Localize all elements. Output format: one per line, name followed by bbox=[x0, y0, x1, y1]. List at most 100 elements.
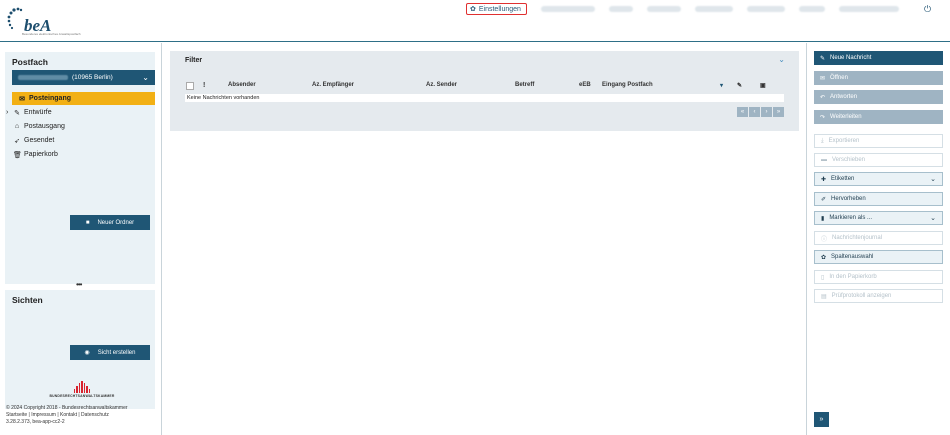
highlight-button[interactable]: ✐ Hervorheben bbox=[814, 192, 943, 206]
resize-handle[interactable]: ••• bbox=[76, 280, 82, 289]
column-eeb[interactable]: eEB bbox=[579, 82, 591, 88]
export-button[interactable]: ⤓ Exportieren bbox=[814, 134, 943, 148]
outbox-icon: ⌂ bbox=[14, 123, 20, 130]
expand-arrow-icon[interactable]: › bbox=[6, 109, 8, 116]
create-view-button[interactable]: ◉ Sicht erstellen bbox=[70, 345, 150, 360]
chevron-down-icon[interactable]: ⌄ bbox=[778, 55, 785, 64]
chevron-down-icon: ⌄ bbox=[930, 215, 936, 222]
folder-icon: ▬ bbox=[821, 157, 827, 163]
action-label: Öffnen bbox=[830, 75, 848, 81]
column-selection-button[interactable]: ✿ Spaltenauswahl bbox=[814, 250, 943, 264]
move-to-trash-button[interactable]: ▯ In den Papierkorb bbox=[814, 270, 943, 284]
gear-icon: ✿ bbox=[470, 6, 476, 13]
action-label: Exportieren bbox=[828, 138, 860, 144]
redacted-nav-item[interactable] bbox=[540, 6, 595, 12]
new-folder-label: Neuer Ordner bbox=[97, 219, 135, 226]
reply-icon: ↶ bbox=[820, 94, 826, 101]
redacted-nav-item[interactable] bbox=[746, 6, 785, 12]
column-eingang-postfach[interactable]: Eingang Postfach bbox=[602, 82, 653, 88]
gear-icon: ✿ bbox=[821, 254, 827, 261]
bea-logo[interactable]: beA Besonderes elektronisches Anwaltspos… bbox=[6, 4, 81, 38]
brak-text: BUNDESRECHTSANWALTSKAMMER bbox=[49, 394, 115, 398]
labels-dropdown[interactable]: ✚ Etiketten ⌄ bbox=[814, 172, 943, 186]
message-journal-button[interactable]: ⓘ Nachrichtenjournal bbox=[814, 231, 943, 245]
logo-subtitle: Besonderes elektronisches Anwaltspostfac… bbox=[22, 32, 81, 36]
table-header: ! Absender Az. Empfänger Az. Sender Betr… bbox=[185, 81, 784, 93]
action-label: Antworten bbox=[830, 94, 858, 100]
folder-entwuerfe[interactable]: › ✎ Entwürfe bbox=[5, 106, 155, 119]
action-label: Weiterleiten bbox=[830, 114, 862, 120]
footer-copyright: © 2024 Copyright 2018 - Bundesrechtsanwa… bbox=[6, 405, 128, 411]
views-title: Sichten bbox=[12, 295, 43, 305]
redacted-user-name[interactable] bbox=[838, 6, 899, 12]
folder-papierkorb[interactable]: 🗑 Papierkorb bbox=[5, 148, 155, 161]
prev-page-button[interactable]: ‹ bbox=[749, 107, 760, 117]
brak-logo[interactable]: BUNDESRECHTSANWALTSKAMMER bbox=[40, 381, 124, 398]
folder-icon: ■ bbox=[85, 219, 90, 226]
folder-label: Postausgang bbox=[24, 123, 65, 130]
forward-icon: ↷ bbox=[820, 114, 826, 121]
select-all-checkbox[interactable] bbox=[186, 82, 194, 90]
actions-panel: ✎ Neue Nachricht ✉ Öffnen ↶ Antworten ↷ Weit… bbox=[806, 43, 950, 435]
next-page-button[interactable]: › bbox=[761, 107, 772, 117]
lock-icon[interactable]: ▣ bbox=[760, 82, 766, 89]
action-label: Hervorheben bbox=[831, 196, 866, 202]
sort-down-icon[interactable]: ▾ bbox=[720, 82, 723, 89]
redacted-nav-item[interactable] bbox=[798, 6, 825, 12]
redacted-postfach-name bbox=[18, 75, 68, 80]
forward-button[interactable]: ↷ Weiterleiten bbox=[814, 110, 943, 124]
redacted-nav-item[interactable] bbox=[694, 6, 733, 12]
action-label: Etiketten bbox=[831, 176, 855, 182]
settings-label: Einstellungen bbox=[478, 5, 521, 13]
redacted-nav-item[interactable] bbox=[608, 6, 633, 12]
move-button[interactable]: ▬ Verschieben bbox=[814, 153, 943, 167]
draft-icon: ✎ bbox=[14, 109, 20, 117]
filter-title[interactable]: Filter bbox=[185, 57, 202, 64]
new-folder-button[interactable]: ■ Neuer Ordner bbox=[70, 215, 150, 230]
folder-label: Posteingang bbox=[29, 95, 72, 102]
postfach-title: Postfach bbox=[12, 57, 48, 67]
sidebar: Postfach (10965 Berlin) ⌄ ✉ Posteingang … bbox=[0, 43, 162, 435]
settings-link[interactable]: ✿ Einstellungen bbox=[466, 3, 527, 15]
bookmark-icon: ▮ bbox=[821, 215, 825, 222]
column-az-sender[interactable]: Az. Sender bbox=[426, 82, 457, 88]
main-content: Filter ⌄ ! Absender Az. Empfänger Az. Se… bbox=[162, 43, 805, 435]
footer: © 2024 Copyright 2018 - Bundesrechtsanwa… bbox=[6, 405, 128, 426]
show-audit-log-button[interactable]: ▤ Prüfprotokoll anzeigen bbox=[814, 289, 943, 303]
view-icon: ◉ bbox=[84, 350, 90, 356]
trash-icon: 🗑 bbox=[13, 151, 22, 159]
folder-label: Papierkorb bbox=[24, 151, 58, 158]
column-betreff[interactable]: Betreff bbox=[515, 82, 534, 88]
empty-message: Keine Nachrichten vorhanden bbox=[185, 94, 784, 102]
reply-button[interactable]: ↶ Antworten bbox=[814, 90, 943, 104]
first-page-button[interactable]: « bbox=[737, 107, 748, 117]
folder-postausgang[interactable]: ⌂ Postausgang bbox=[5, 120, 155, 133]
column-absender[interactable]: Absender bbox=[228, 82, 256, 88]
info-icon: ⓘ bbox=[821, 236, 828, 243]
chevron-down-icon: ⌄ bbox=[142, 73, 149, 82]
action-label: Markieren als ... bbox=[829, 215, 872, 221]
attachment-icon[interactable]: ✎ bbox=[737, 82, 742, 89]
last-page-button[interactable]: » bbox=[773, 107, 784, 117]
tag-icon: ✚ bbox=[821, 176, 827, 183]
top-navigation: ✿ Einstellungen bbox=[466, 3, 899, 15]
mark-as-dropdown[interactable]: ▮ Markieren als ... ⌄ bbox=[814, 211, 943, 225]
open-button[interactable]: ✉ Öffnen bbox=[814, 71, 943, 85]
footer-version: 3.28.2.373, bea-app-cc2-2 bbox=[6, 419, 65, 425]
new-message-button[interactable]: ✎ Neue Nachricht bbox=[814, 51, 943, 65]
pagination: « ‹ › » bbox=[737, 107, 784, 117]
redacted-nav-item[interactable] bbox=[646, 6, 681, 12]
column-az-empfaenger[interactable]: Az. Empfänger bbox=[312, 82, 354, 88]
envelope-icon: ✉ bbox=[820, 75, 826, 82]
folder-gesendet[interactable]: ➶ Gesendet bbox=[5, 134, 155, 147]
create-view-label: Sicht erstellen bbox=[97, 349, 136, 356]
action-label: Nachrichtenjournal bbox=[832, 235, 883, 241]
expand-panel-button[interactable]: » bbox=[814, 412, 829, 427]
footer-links[interactable]: Startseite | Impressum | Kontakt | Daten… bbox=[6, 412, 128, 419]
folder-posteingang[interactable]: ✉ Posteingang bbox=[12, 92, 155, 105]
column-priority[interactable]: ! bbox=[203, 82, 205, 89]
logout-power-icon[interactable]: ⏻ bbox=[924, 4, 931, 15]
chevron-down-icon: ⌄ bbox=[930, 176, 936, 183]
postfach-select[interactable]: (10965 Berlin) ⌄ bbox=[12, 70, 155, 85]
folder-label: Entwürfe bbox=[24, 109, 52, 116]
